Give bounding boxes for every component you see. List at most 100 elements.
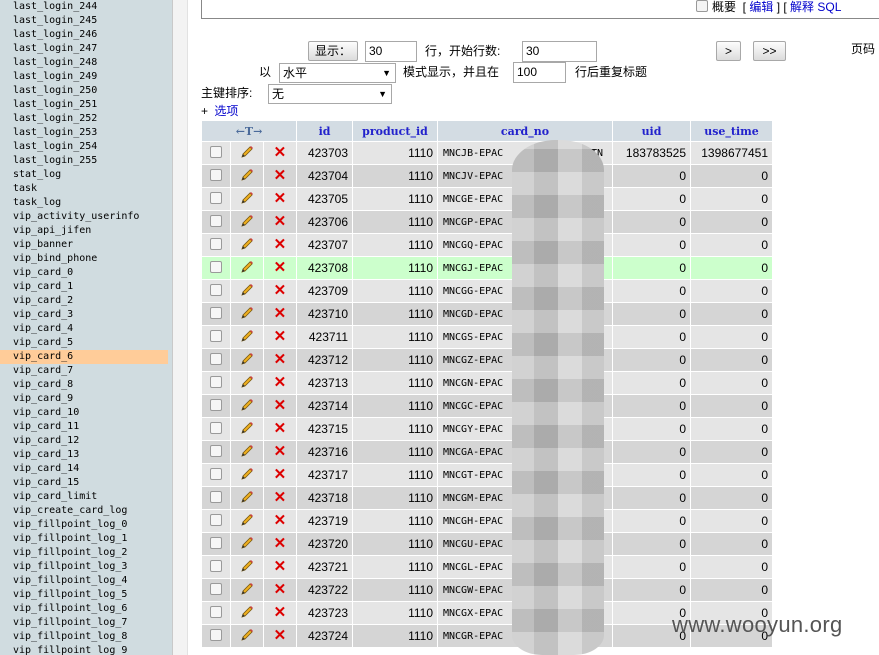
delete-x-icon[interactable]: ✕: [274, 512, 287, 529]
show-button[interactable]: 显示：: [308, 41, 358, 61]
sidebar-item-vip-activity-userinfo[interactable]: vip_activity_userinfo: [0, 210, 172, 224]
row-checkbox[interactable]: [209, 283, 222, 296]
sidebar-item-vip-fillpoint-log-4[interactable]: vip_fillpoint_log_4: [0, 574, 172, 588]
row-checkbox[interactable]: [209, 329, 222, 342]
table-row[interactable]: ✕ 423709 1110 MNCGG-EPAC 0 0: [202, 280, 772, 302]
sidebar-item-vip-card-7[interactable]: vip_card_7: [0, 364, 172, 378]
row-checkbox[interactable]: [209, 398, 222, 411]
sort-key-select[interactable]: 无 ▼: [268, 84, 392, 104]
delete-x-icon[interactable]: ✕: [274, 328, 287, 345]
edit-pencil-icon[interactable]: [240, 467, 254, 484]
sidebar-item-vip-fillpoint-log-6[interactable]: vip_fillpoint_log_6: [0, 602, 172, 616]
edit-pencil-icon[interactable]: [240, 559, 254, 576]
edit-pencil-icon[interactable]: [240, 421, 254, 438]
sidebar-item-last-login-246[interactable]: last_login_246: [0, 28, 172, 42]
table-row[interactable]: ✕ 423707 1110 MNCGQ-EPAC 0 0: [202, 234, 772, 256]
table-row[interactable]: ✕4237151110MNCGY-EPACDMA00: [202, 418, 772, 440]
sidebar-item-last-login-253[interactable]: last_login_253: [0, 126, 172, 140]
column-arrows-header[interactable]: ←T→: [202, 121, 296, 141]
delete-x-icon[interactable]: ✕: [274, 489, 287, 506]
delete-x-icon[interactable]: ✕: [274, 167, 287, 184]
edit-pencil-icon[interactable]: [240, 490, 254, 507]
row-checkbox[interactable]: [209, 145, 222, 158]
next-page-button[interactable]: >: [716, 41, 741, 61]
delete-x-icon[interactable]: ✕: [274, 604, 287, 621]
table-row[interactable]: ✕4237221110MNCGW-EPACQGMV00: [202, 579, 772, 601]
row-checkbox[interactable]: [209, 628, 222, 641]
row-checkbox[interactable]: [209, 306, 222, 319]
edit-pencil-icon[interactable]: [240, 306, 254, 323]
table-row[interactable]: ✕4237171110MNCGT-EPACJYU00: [202, 464, 772, 486]
sidebar-item-last-login-244[interactable]: last_login_244: [0, 0, 172, 14]
repeat-headers-input[interactable]: 100: [513, 62, 566, 83]
sidebar-item-vip-card-8[interactable]: vip_card_8: [0, 378, 172, 392]
sidebar-item-vip-card-11[interactable]: vip_card_11: [0, 420, 172, 434]
delete-x-icon[interactable]: ✕: [274, 535, 287, 552]
sidebar-item-vip-fillpoint-log-7[interactable]: vip_fillpoint_log_7: [0, 616, 172, 630]
sidebar-item-vip-fillpoint-log-0[interactable]: vip_fillpoint_log_0: [0, 518, 172, 532]
delete-x-icon[interactable]: ✕: [274, 420, 287, 437]
row-checkbox[interactable]: [209, 421, 222, 434]
sidebar-item-vip-fillpoint-log-5[interactable]: vip_fillpoint_log_5: [0, 588, 172, 602]
table-row[interactable]: ✕ 423706 1110 MNCGP-EPAC 0 0: [202, 211, 772, 233]
sidebar-item-vip-card-2[interactable]: vip_card_2: [0, 294, 172, 308]
sidebar-item-task[interactable]: task: [0, 182, 172, 196]
sidebar-item-vip-card-0[interactable]: vip_card_0: [0, 266, 172, 280]
delete-x-icon[interactable]: ✕: [274, 397, 287, 414]
edit-pencil-icon[interactable]: [240, 329, 254, 346]
column-header-product-id[interactable]: product_id: [353, 121, 437, 141]
row-checkbox[interactable]: [209, 237, 222, 250]
row-checkbox[interactable]: [209, 582, 222, 595]
options-toggle[interactable]: + 选项: [201, 103, 238, 119]
edit-pencil-icon[interactable]: [240, 283, 254, 300]
sidebar-item-vip-card-14[interactable]: vip_card_14: [0, 462, 172, 476]
edit-link[interactable]: 编辑: [749, 0, 773, 14]
table-row[interactable]: ✕4237031110MNCJB-EPACPETN183783525139867…: [202, 142, 772, 164]
sidebar-item-vip-card-1[interactable]: vip_card_1: [0, 280, 172, 294]
row-checkbox[interactable]: [209, 467, 222, 480]
edit-pencil-icon[interactable]: [240, 237, 254, 254]
rows-count-input[interactable]: 30: [365, 41, 417, 62]
edit-pencil-icon[interactable]: [240, 168, 254, 185]
sidebar-item-vip-fillpoint-log-3[interactable]: vip_fillpoint_log_3: [0, 560, 172, 574]
row-checkbox[interactable]: [209, 513, 222, 526]
table-row[interactable]: ✕4237131110MNCGN-EPACED00: [202, 372, 772, 394]
table-row[interactable]: ✕4237141110MNCGC-EPACXLS00: [202, 395, 772, 417]
sidebar-item-vip-card-3[interactable]: vip_card_3: [0, 308, 172, 322]
table-row[interactable]: ✕ 423705 1110 MNCGE-EPAC 0 0: [202, 188, 772, 210]
row-checkbox[interactable]: [209, 168, 222, 181]
edit-pencil-icon[interactable]: [240, 444, 254, 461]
row-checkbox[interactable]: [209, 490, 222, 503]
edit-pencil-icon[interactable]: [240, 398, 254, 415]
sidebar-item-task-log[interactable]: task_log: [0, 196, 172, 210]
sidebar-item-last-login-254[interactable]: last_login_254: [0, 140, 172, 154]
delete-x-icon[interactable]: ✕: [274, 305, 287, 322]
edit-pencil-icon[interactable]: [240, 582, 254, 599]
sidebar-item-vip-card-limit[interactable]: vip_card_limit: [0, 490, 172, 504]
row-checkbox[interactable]: [209, 214, 222, 227]
delete-x-icon[interactable]: ✕: [274, 190, 287, 207]
row-checkbox[interactable]: [209, 444, 222, 457]
edit-pencil-icon[interactable]: [240, 375, 254, 392]
sidebar-item-vip-fillpoint-log-9[interactable]: vip_fillpoint_log_9: [0, 644, 172, 655]
table-row[interactable]: ✕4237181110MNCGM-EPACZRO00: [202, 487, 772, 509]
sidebar-item-vip-bind-phone[interactable]: vip_bind_phone: [0, 252, 172, 266]
sidebar-item-vip-fillpoint-log-1[interactable]: vip_fillpoint_log_1: [0, 532, 172, 546]
sidebar-item-last-login-249[interactable]: last_login_249: [0, 70, 172, 84]
table-row[interactable]: ✕4237111110MNCGS-EPACG00: [202, 326, 772, 348]
sidebar-item-last-login-247[interactable]: last_login_247: [0, 42, 172, 56]
options-link[interactable]: 选项: [214, 104, 238, 118]
sidebar-item-last-login-250[interactable]: last_login_250: [0, 84, 172, 98]
table-row[interactable]: ✕4237101110MNCGD-EPACQ00: [202, 303, 772, 325]
table-row[interactable]: ✕4237161110MNCGA-EPACVLK00: [202, 441, 772, 463]
start-row-input[interactable]: 30: [522, 41, 597, 62]
sidebar-item-last-login-252[interactable]: last_login_252: [0, 112, 172, 126]
table-row[interactable]: ✕4237041110MNCJV-EPACQJ00: [202, 165, 772, 187]
column-header-card-no[interactable]: card_no: [438, 121, 612, 141]
sidebar-item-last-login-248[interactable]: last_login_248: [0, 56, 172, 70]
sidebar-item-vip-card-6[interactable]: vip_card_6: [0, 350, 168, 364]
table-row[interactable]: ✕ 423708 1110 MNCGJ-EPAC 0 0: [202, 257, 772, 279]
sidebar-item-vip-banner[interactable]: vip_banner: [0, 238, 172, 252]
edit-pencil-icon[interactable]: [240, 536, 254, 553]
sidebar-item-vip-card-15[interactable]: vip_card_15: [0, 476, 172, 490]
